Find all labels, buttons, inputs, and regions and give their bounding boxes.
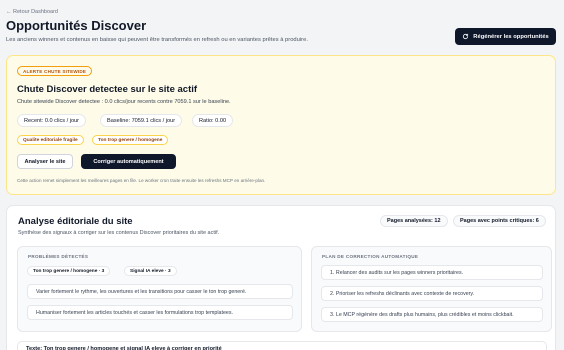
ratio-pill: Ratio: 0.00 [192, 114, 234, 127]
pages-critical-pill: Pages avec points critiques: 6 [453, 215, 546, 227]
plan-item: 2. Prioriser les refreshs déclinants ave… [321, 286, 543, 301]
analyze-site-button[interactable]: Analyser le site [17, 154, 73, 169]
problems-heading: PROBLÈMES DÉTECTÉS [28, 254, 89, 259]
refresh-icon [463, 33, 469, 40]
alert-badge: ALERTE CHUTE SITEWIDE [17, 66, 93, 76]
editorial-analysis-card: Analyse éditoriale du site Synthèse des … [6, 205, 556, 350]
priority-text-strip: Texte: Ton trop genere / homogene et sig… [17, 341, 547, 350]
problem-chip-ai-signal: Signal IA eleve · 3 [124, 266, 177, 276]
correction-plan-panel: PLAN DE CORRECTION AUTOMATIQUE 1. Relanc… [311, 246, 552, 332]
generic-tone-tag: Ton trop genere / homogene [92, 135, 169, 145]
problems-panel: PROBLÈMES DÉTECTÉS Ton trop genere / hom… [17, 246, 302, 332]
analysis-subtitle: Synthèse des signaux à corriger sur les … [18, 230, 220, 236]
plan-item: 3. Le MCP régénère des drafts plus humai… [321, 307, 543, 322]
page-title: Opportunités Discover [6, 18, 147, 33]
page-subtitle: Les anciens winners et contenus en baiss… [6, 37, 308, 43]
problem-chip-tone: Ton trop genere / homogene · 3 [27, 266, 111, 276]
alert-description: Chute sitewide Discover detectee : 0.0 c… [17, 99, 231, 105]
analysis-title: Analyse éditoriale du site [18, 216, 133, 227]
problem-item: Varier fortement le rythme, les ouvertur… [27, 284, 293, 299]
regenerate-opportunities-button[interactable]: Régénérer les opportunités [455, 28, 556, 45]
quality-fragile-tag: Qualite editoriale fragile [17, 135, 84, 145]
problem-item: Humaniser fortement les articles touchés… [27, 305, 293, 320]
recent-clicks-pill: Recent: 0.0 clics / jour [17, 114, 87, 127]
back-to-dashboard-link[interactable]: ← Retour Dashboard [6, 9, 58, 15]
plan-item: 1. Relancer des audits sur les pages win… [321, 265, 543, 280]
sitewide-drop-alert: ALERTE CHUTE SITEWIDE Chute Discover det… [6, 55, 556, 195]
plan-heading: PLAN DE CORRECTION AUTOMATIQUE [322, 254, 419, 259]
regenerate-label: Régénérer les opportunités [473, 33, 549, 40]
alert-title: Chute Discover detectee sur le site acti… [17, 84, 198, 95]
pages-analyzed-pill: Pages analysées: 12 [380, 215, 448, 227]
alert-footnote: Cette action remet simplement les meille… [17, 178, 266, 183]
auto-fix-button[interactable]: Corriger automatiquement [81, 154, 176, 169]
baseline-clicks-pill: Baseline: 7059.1 clics / jour [100, 114, 183, 127]
